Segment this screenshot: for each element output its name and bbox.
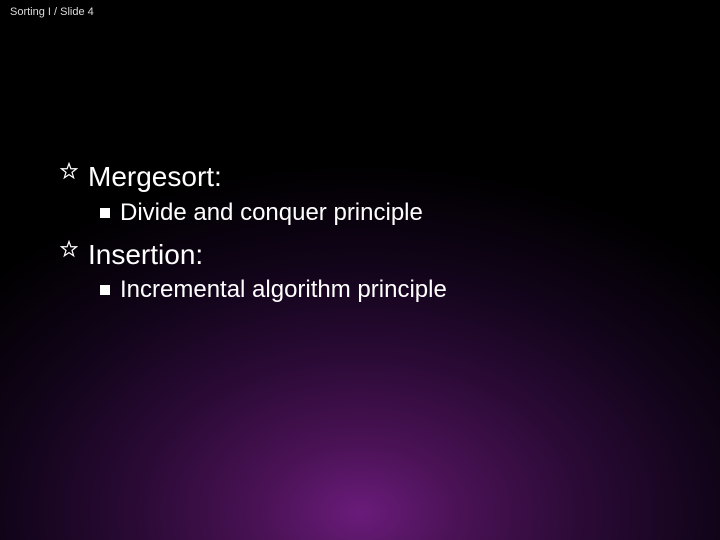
sub-bullet-label: Incremental algorithm principle bbox=[120, 275, 447, 305]
sub-bullet-item: Incremental algorithm principle bbox=[100, 275, 680, 305]
bullet-label: Mergesort: bbox=[88, 160, 222, 194]
star-icon bbox=[60, 240, 78, 258]
slide-content: Mergesort: Divide and conquer principle … bbox=[60, 160, 680, 315]
star-icon bbox=[60, 162, 78, 180]
bullet-label: Insertion: bbox=[88, 238, 203, 272]
slide-header: Sorting I / Slide 4 bbox=[10, 6, 94, 18]
square-icon bbox=[100, 285, 110, 295]
bullet-item-insertion: Insertion: bbox=[60, 238, 680, 272]
slide: Sorting I / Slide 4 Mergesort: Divide an… bbox=[0, 0, 720, 540]
sub-bullet-item: Divide and conquer principle bbox=[100, 198, 680, 228]
square-icon bbox=[100, 208, 110, 218]
bullet-item-mergesort: Mergesort: bbox=[60, 160, 680, 194]
sub-bullet-label: Divide and conquer principle bbox=[120, 198, 423, 228]
